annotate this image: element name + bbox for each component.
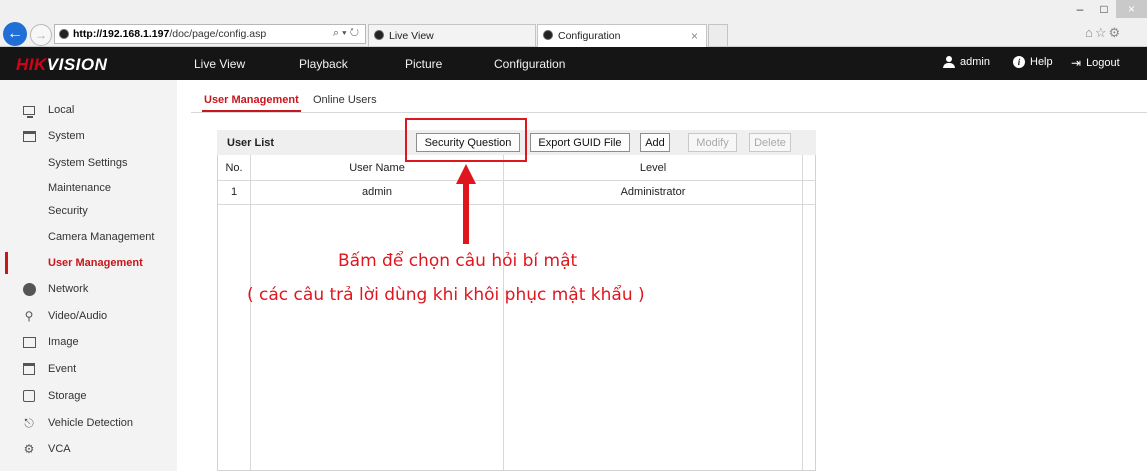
sidebar-item-label: Vehicle Detection	[48, 417, 133, 429]
sidebar-item-label: Event	[48, 363, 77, 375]
disk-icon	[22, 389, 36, 403]
window-minimize-button[interactable]: –	[1068, 0, 1092, 18]
sidebar-item-video-audio[interactable]: ⚲ Video/Audio	[0, 303, 177, 329]
site-favicon-icon	[59, 29, 69, 39]
current-user[interactable]: admin	[943, 56, 990, 68]
logout-label: Logout	[1086, 57, 1120, 69]
username-label: admin	[960, 56, 990, 68]
user-list-title: User List	[227, 137, 275, 149]
tab-favicon-icon	[543, 30, 553, 40]
sidebar-item-label: Image	[48, 336, 79, 348]
forward-button[interactable]: →	[30, 24, 52, 46]
vca-icon: ⚙	[23, 442, 35, 456]
add-user-button[interactable]: Add	[640, 133, 670, 152]
sidebar-item-label: System	[48, 130, 85, 142]
help-link[interactable]: i Help	[1013, 56, 1053, 68]
tab-close-icon[interactable]: ×	[691, 29, 698, 43]
user-icon	[943, 56, 955, 68]
sidebar-item-system-settings[interactable]: System Settings	[0, 150, 177, 176]
image-icon	[22, 335, 36, 349]
nav-playback[interactable]: Playback	[299, 57, 348, 71]
sidebar-item-label: Network	[48, 283, 89, 295]
help-label: Help	[1030, 56, 1053, 68]
window-maximize-button[interactable]: □	[1092, 0, 1116, 18]
address-tools-icons[interactable]: ⌕ ▾ ↻	[333, 27, 359, 40]
address-bar[interactable]: http://192.168.1.197/doc/page/config.asp…	[54, 24, 366, 44]
sidebar-item-label: Storage	[48, 390, 87, 402]
tab-online-users[interactable]: Online Users	[313, 94, 377, 106]
mic-camera-icon: ⚲	[24, 309, 34, 323]
window-close-button[interactable]: ×	[1116, 0, 1147, 18]
sidebar-item-storage[interactable]: Storage	[0, 383, 177, 409]
sidebar-item-vehicle-detection[interactable]: ⎋ Vehicle Detection	[0, 410, 177, 436]
nav-picture[interactable]: Picture	[405, 57, 442, 71]
sidebar-item-system[interactable]: System	[0, 123, 177, 149]
nav-live-view[interactable]: Live View	[194, 57, 245, 71]
arrow-right-icon: →	[35, 28, 47, 42]
window-icon	[22, 129, 36, 143]
user-table: No. User Name Level 1 admin Administrato…	[217, 155, 816, 471]
logout-link[interactable]: ⇥ Logout	[1071, 56, 1120, 70]
sidebar-item-label: VCA	[48, 443, 71, 455]
info-icon: i	[1013, 56, 1025, 68]
delete-user-button[interactable]: Delete	[749, 133, 791, 152]
new-tab-button[interactable]	[708, 24, 728, 46]
tab-favicon-icon	[374, 30, 384, 40]
sidebar-item-label: Local	[48, 104, 75, 116]
export-guid-file-button[interactable]: Export GUID File	[530, 133, 630, 152]
column-header-level: Level	[639, 162, 667, 174]
cell-level: Administrator	[620, 186, 686, 198]
browser-chrome: – □ × ← → http://192.168.1.197/doc/page/…	[0, 0, 1147, 47]
sidebar-item-label: Maintenance	[48, 182, 111, 194]
sub-tabs: User Management Online Users	[191, 92, 1147, 113]
calendar-icon	[22, 362, 36, 376]
sidebar: Local System System Settings Maintenance…	[0, 80, 177, 471]
tab-live-view[interactable]: Live View	[368, 24, 536, 46]
sidebar-item-vca[interactable]: ⚙ VCA	[0, 436, 177, 462]
sidebar-item-label: Security	[48, 205, 88, 217]
sidebar-item-label: System Settings	[48, 157, 128, 169]
arrow-left-icon: ←	[7, 25, 23, 42]
column-divider	[503, 155, 504, 470]
address-url: http://192.168.1.197/doc/page/config.asp	[73, 28, 266, 40]
column-divider	[250, 155, 251, 470]
sidebar-item-user-management[interactable]: User Management	[0, 250, 177, 276]
row-divider	[218, 180, 815, 181]
sidebar-item-local[interactable]: Local	[0, 97, 177, 123]
sidebar-item-label: Video/Audio	[48, 310, 108, 322]
sidebar-item-label: Camera Management	[48, 231, 155, 243]
tab-title: Live View	[389, 30, 434, 42]
logout-icon: ⇥	[1071, 56, 1082, 70]
sidebar-item-label: User Management	[48, 257, 143, 269]
monitor-icon	[22, 103, 36, 118]
annotation-line-2: ( các câu trả lời dùng khi khôi phục mật…	[247, 285, 645, 305]
tab-configuration[interactable]: Configuration ×	[537, 24, 707, 47]
nav-configuration[interactable]: Configuration	[494, 57, 565, 71]
sidebar-item-security[interactable]: Security	[0, 198, 177, 224]
row-divider	[218, 204, 815, 205]
url-host: http://192.168.1.197	[73, 28, 170, 40]
sidebar-item-event[interactable]: Event	[0, 356, 177, 382]
column-header-no: No.	[225, 162, 243, 174]
sidebar-item-camera-management[interactable]: Camera Management	[0, 224, 177, 250]
tab-title: Configuration	[558, 30, 621, 42]
sidebar-item-image[interactable]: Image	[0, 329, 177, 355]
cell-no: 1	[230, 186, 238, 198]
logo-part-white: VISION	[46, 55, 108, 74]
modify-user-button[interactable]: Modify	[688, 133, 737, 152]
logo-part-red: HIK	[16, 55, 47, 74]
arrow-up-icon	[456, 164, 476, 244]
globe-icon	[22, 282, 36, 296]
column-divider	[802, 155, 803, 470]
app-header: HIKVISION Live View Playback Picture Con…	[0, 47, 1147, 80]
hikvision-logo: HIKVISION	[16, 55, 107, 75]
url-path: /doc/page/config.asp	[169, 28, 267, 40]
home-favorites-settings-icons[interactable]: ⌂☆⚙	[1085, 25, 1122, 41]
sidebar-item-network[interactable]: Network	[0, 276, 177, 302]
back-button[interactable]: ←	[3, 22, 27, 46]
security-question-highlight-box	[405, 118, 527, 162]
tab-user-management[interactable]: User Management	[202, 94, 301, 112]
annotation-line-1: Bấm để chọn câu hỏi bí mật	[338, 251, 578, 271]
car-search-icon: ⎋	[24, 415, 34, 430]
